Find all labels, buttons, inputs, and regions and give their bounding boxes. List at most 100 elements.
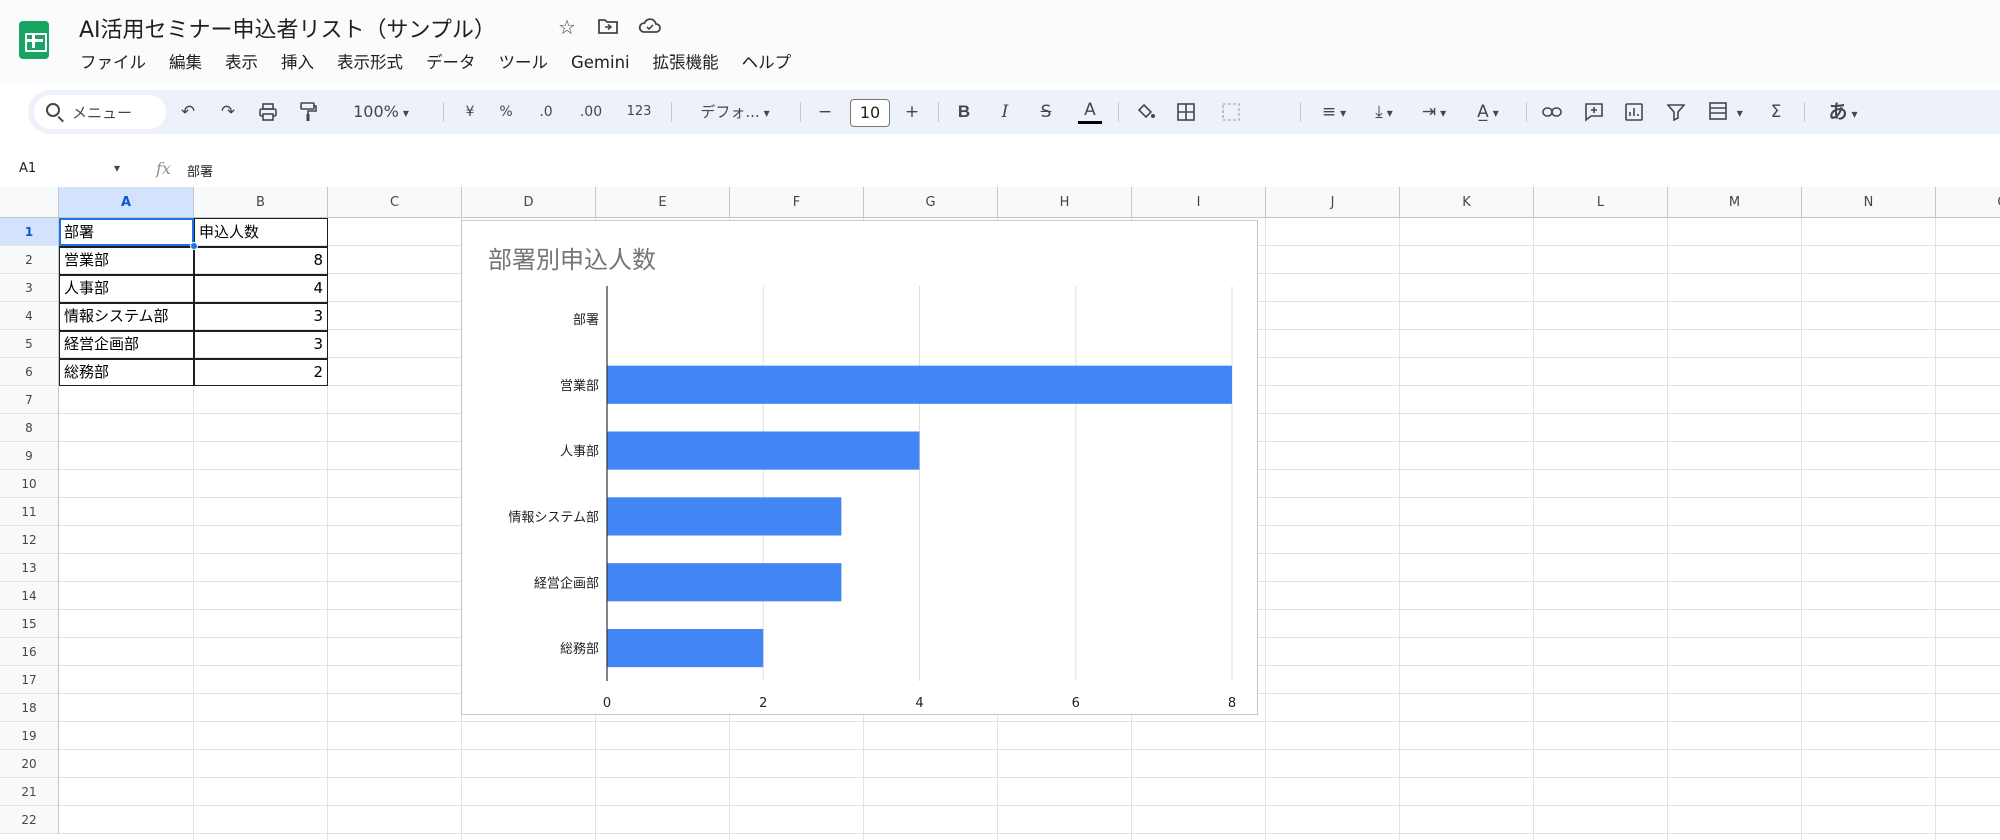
zoom-select[interactable]: 100% bbox=[346, 98, 416, 126]
column-header-e[interactable]: E bbox=[596, 187, 730, 218]
fill-color-icon[interactable] bbox=[1134, 98, 1158, 126]
menu-search-button[interactable]: メニュー bbox=[34, 95, 166, 129]
row-header-10[interactable]: 10 bbox=[0, 470, 59, 498]
row-header-2[interactable]: 2 bbox=[0, 246, 59, 274]
font-size-input[interactable]: 10 bbox=[850, 99, 890, 127]
move-folder-icon[interactable] bbox=[596, 15, 620, 39]
column-header-b[interactable]: B bbox=[194, 187, 328, 218]
font-family-select[interactable]: デフォ... bbox=[685, 98, 785, 126]
menu-help[interactable]: ヘルプ bbox=[742, 51, 792, 75]
row-header-6[interactable]: 6 bbox=[0, 358, 59, 386]
menu-data[interactable]: データ bbox=[426, 51, 476, 75]
row-header-7[interactable]: 7 bbox=[0, 386, 59, 414]
merge-cells-icon[interactable] bbox=[1214, 98, 1248, 126]
increase-font-size-button[interactable]: + bbox=[901, 98, 923, 126]
print-icon[interactable] bbox=[256, 98, 280, 126]
redo-icon[interactable]: ↷ bbox=[216, 98, 240, 126]
cell-a3[interactable]: 人事部 bbox=[59, 274, 193, 302]
number-format-button[interactable]: 123 bbox=[623, 98, 655, 126]
filter-icon[interactable] bbox=[1664, 98, 1688, 126]
row-header-13[interactable]: 13 bbox=[0, 554, 59, 582]
row-header-21[interactable]: 21 bbox=[0, 778, 59, 806]
decrease-decimal-button[interactable]: .0 bbox=[533, 98, 559, 126]
row-header-4[interactable]: 4 bbox=[0, 302, 59, 330]
column-header-n[interactable]: N bbox=[1802, 187, 1936, 218]
row-header-20[interactable]: 20 bbox=[0, 750, 59, 778]
menu-edit[interactable]: 編集 bbox=[169, 51, 202, 75]
row-header-22[interactable]: 22 bbox=[0, 806, 59, 834]
strikethrough-button[interactable]: S bbox=[1035, 98, 1057, 126]
percent-format-button[interactable]: % bbox=[496, 98, 516, 126]
column-header-j[interactable]: J bbox=[1266, 187, 1400, 218]
bold-button[interactable]: B bbox=[953, 98, 975, 126]
insert-link-icon[interactable] bbox=[1540, 98, 1564, 126]
paint-format-icon[interactable] bbox=[296, 98, 320, 126]
bar-chart[interactable]: 部署別申込人数 0 2 4 6 8 部署 営業部 人事部 情報システム部 経営企画部 総務部 bbox=[461, 220, 1258, 715]
row-header-8[interactable]: 8 bbox=[0, 414, 59, 442]
fill-handle[interactable] bbox=[190, 242, 198, 250]
menu-view[interactable]: 表示 bbox=[225, 51, 258, 75]
cell-b2[interactable]: 8 bbox=[194, 246, 328, 274]
row-header-18[interactable]: 18 bbox=[0, 694, 59, 722]
cell-a2[interactable]: 営業部 bbox=[59, 246, 193, 274]
vertical-align-icon[interactable]: ⤓ bbox=[1364, 98, 1404, 126]
name-box-dropdown-icon[interactable]: ▾ bbox=[114, 161, 120, 175]
column-header-g[interactable]: G bbox=[864, 187, 998, 218]
borders-icon[interactable] bbox=[1174, 98, 1198, 126]
cell-a4[interactable]: 情報システム部 bbox=[59, 302, 193, 330]
menu-tools[interactable]: ツール bbox=[499, 51, 549, 75]
currency-format-button[interactable]: ¥ bbox=[460, 98, 480, 126]
row-header-15[interactable]: 15 bbox=[0, 610, 59, 638]
cell-b4[interactable]: 3 bbox=[194, 302, 328, 330]
menu-gemini[interactable]: Gemini bbox=[571, 51, 630, 75]
horizontal-align-icon[interactable]: ≡ bbox=[1314, 98, 1354, 126]
filter-views-icon[interactable] bbox=[1704, 98, 1748, 126]
row-header-12[interactable]: 12 bbox=[0, 526, 59, 554]
decrease-font-size-button[interactable]: − bbox=[814, 98, 836, 126]
column-header-d[interactable]: D bbox=[462, 187, 596, 218]
insert-chart-icon[interactable] bbox=[1622, 98, 1646, 126]
row-header-17[interactable]: 17 bbox=[0, 666, 59, 694]
menu-extensions[interactable]: 拡張機能 bbox=[653, 51, 719, 75]
formula-input[interactable]: 部署 bbox=[187, 161, 213, 180]
cloud-status-icon[interactable] bbox=[638, 15, 662, 39]
undo-icon[interactable]: ↶ bbox=[176, 98, 200, 126]
column-header-f[interactable]: F bbox=[730, 187, 864, 218]
column-header-h[interactable]: H bbox=[998, 187, 1132, 218]
cell-b1[interactable]: 申込人数 bbox=[194, 218, 328, 246]
column-header-a[interactable]: A bbox=[59, 187, 194, 218]
select-all-corner[interactable] bbox=[0, 187, 59, 218]
text-color-button[interactable]: A bbox=[1078, 98, 1102, 124]
text-rotation-icon[interactable]: A̲ bbox=[1466, 98, 1510, 126]
sheets-logo-icon[interactable] bbox=[19, 21, 49, 59]
column-header-m[interactable]: M bbox=[1668, 187, 1802, 218]
menu-file[interactable]: ファイル bbox=[80, 51, 146, 75]
text-wrapping-icon[interactable]: ⇥ bbox=[1414, 98, 1454, 126]
cell-a5[interactable]: 経営企画部 bbox=[59, 330, 193, 358]
row-header-1[interactable]: 1 bbox=[0, 218, 59, 246]
row-header-16[interactable]: 16 bbox=[0, 638, 59, 666]
column-header-k[interactable]: K bbox=[1400, 187, 1534, 218]
cell-b5[interactable]: 3 bbox=[194, 330, 328, 358]
column-header-o[interactable]: O bbox=[1936, 187, 2000, 218]
column-header-l[interactable]: L bbox=[1534, 187, 1668, 218]
name-box[interactable]: A1 bbox=[19, 161, 36, 176]
menu-insert[interactable]: 挿入 bbox=[281, 51, 314, 75]
document-title[interactable]: AI活用セミナー申込者リスト（サンプル） bbox=[79, 12, 496, 44]
row-header-5[interactable]: 5 bbox=[0, 330, 59, 358]
menu-format[interactable]: 表示形式 bbox=[337, 51, 403, 75]
row-header-19[interactable]: 19 bbox=[0, 722, 59, 750]
column-header-i[interactable]: I bbox=[1132, 187, 1266, 218]
row-header-14[interactable]: 14 bbox=[0, 582, 59, 610]
insert-comment-icon[interactable] bbox=[1582, 98, 1606, 126]
functions-icon[interactable]: Σ bbox=[1764, 98, 1788, 126]
column-header-c[interactable]: C bbox=[328, 187, 462, 218]
italic-button[interactable]: I bbox=[994, 98, 1016, 126]
row-header-9[interactable]: 9 bbox=[0, 442, 59, 470]
star-icon[interactable]: ☆ bbox=[555, 15, 579, 39]
cell-b3[interactable]: 4 bbox=[194, 274, 328, 302]
row-header-3[interactable]: 3 bbox=[0, 274, 59, 302]
cell-b6[interactable]: 2 bbox=[194, 358, 328, 386]
cell-a1[interactable]: 部署 bbox=[59, 218, 193, 246]
input-tools-button[interactable]: あ bbox=[1818, 98, 1868, 126]
